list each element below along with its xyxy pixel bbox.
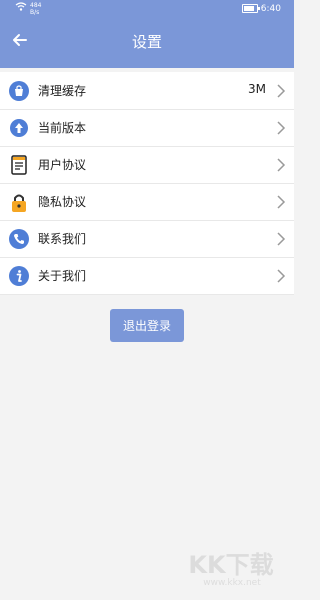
settings-row-label: 联系我们 bbox=[38, 232, 87, 246]
settings-row-current-version[interactable]: 当前版本 bbox=[0, 109, 294, 147]
settings-row-label: 隐私协议 bbox=[38, 195, 87, 209]
network-speed-unit: B/s bbox=[30, 9, 40, 16]
settings-row-label: 用户协议 bbox=[38, 158, 87, 172]
chevron-right-icon bbox=[277, 232, 286, 246]
settings-row-user-agreement[interactable]: 用户协议 bbox=[0, 146, 294, 184]
settings-row-label: 关于我们 bbox=[38, 269, 87, 283]
page-title: 设置 bbox=[131, 33, 162, 51]
settings-row-clear-cache[interactable]: 清理缓存 3M bbox=[0, 72, 294, 110]
settings-row-label: 当前版本 bbox=[38, 121, 87, 135]
network-speed-value: 484 bbox=[30, 2, 42, 9]
watermark-url: www.kkx.net bbox=[203, 578, 261, 588]
settings-row-label: 清理缓存 bbox=[38, 84, 87, 98]
chevron-right-icon bbox=[277, 158, 286, 172]
status-time: 6:40 bbox=[260, 4, 281, 14]
phone-icon bbox=[9, 229, 29, 249]
network-speed: 484 B/s bbox=[30, 2, 41, 16]
settings-list: 清理缓存 3M 当前版本 用户协议 隐私协议 联系我们 关于我们 bbox=[0, 72, 294, 295]
cache-bag-icon bbox=[9, 81, 29, 101]
wifi-icon bbox=[15, 2, 27, 11]
document-icon bbox=[11, 155, 27, 175]
settings-row-privacy[interactable]: 隐私协议 bbox=[0, 183, 294, 221]
cache-size-value: 3M bbox=[248, 82, 266, 96]
battery-icon bbox=[242, 4, 260, 13]
status-bar: 484 B/s 6:40 bbox=[0, 0, 294, 20]
chevron-right-icon bbox=[277, 84, 286, 98]
settings-row-contact-us[interactable]: 联系我们 bbox=[0, 220, 294, 258]
top-bar: 484 B/s 6:40 设置 bbox=[0, 0, 294, 68]
upload-circle-icon bbox=[10, 119, 28, 137]
battery-fill bbox=[244, 6, 255, 11]
chevron-right-icon bbox=[277, 195, 286, 209]
chevron-right-icon bbox=[277, 269, 286, 283]
watermark-brand: KK下载 bbox=[188, 551, 274, 579]
chevron-right-icon bbox=[277, 121, 286, 135]
watermark: KK下载 www.kkx.net bbox=[176, 545, 286, 597]
settings-row-about-us[interactable]: 关于我们 bbox=[0, 257, 294, 295]
logout-button[interactable]: 退出登录 bbox=[110, 309, 184, 342]
lock-icon bbox=[12, 194, 26, 212]
info-icon bbox=[9, 266, 29, 286]
